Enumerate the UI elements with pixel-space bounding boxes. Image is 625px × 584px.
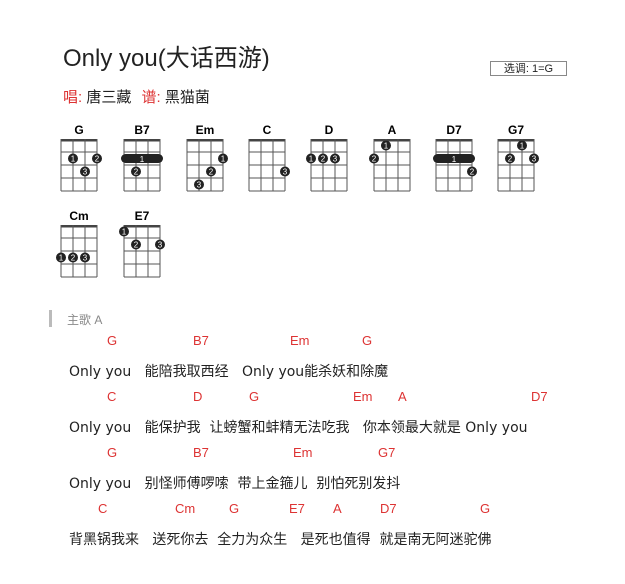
chord-diagram-e7: E7 12 3 [119, 209, 165, 278]
chord-name: G7 [508, 123, 524, 137]
chord-diagram-g7: G7 12 3 [497, 123, 539, 192]
chord-marker: G [107, 333, 118, 348]
chord-finger-label: 3 [532, 155, 537, 164]
chord-marker: D7 [531, 389, 548, 404]
lyric-line: Only you 能保护我 让螃蟹和蚌精无法吃我 你本领最大就是 Only yo… [69, 420, 528, 436]
chord-name: B7 [134, 123, 150, 137]
chord-finger-label: 1 [452, 155, 457, 164]
chord-name: A [388, 123, 397, 137]
chord-marker: G [480, 501, 491, 516]
chord-finger-label: 2 [134, 241, 139, 250]
lyric-line: Only you 别怪师傅啰嗦 带上金箍儿 别怕死别发抖 [69, 476, 401, 492]
chord-nut [124, 225, 160, 228]
chord-finger-label: 3 [83, 168, 88, 177]
chord-marker: D [193, 389, 203, 404]
chord-marker: A [333, 501, 342, 516]
chord-diagrams: G1 23B712Em123C3D1 2 3A12D712G712 3Cm1 2 3E712… [56, 123, 539, 278]
chord-name: Em [196, 123, 215, 137]
chord-name: Cm [69, 209, 88, 223]
chord-marker: C [98, 501, 108, 516]
chord-nut [187, 139, 223, 142]
chord-finger-label: 2 [95, 155, 100, 164]
chord-marker: G [107, 445, 118, 460]
chord-marker: G [362, 333, 373, 348]
chord-diagram-em: Em 123 [186, 123, 228, 192]
chord-finger-label: 2 [209, 168, 214, 177]
chord-diagram-cm: Cm 1 2 3 [56, 209, 98, 278]
chord-nut [311, 139, 347, 142]
chord-marker: B7 [193, 445, 209, 460]
chord-marker: Em [290, 333, 310, 348]
chord-finger-label: 3 [333, 155, 338, 164]
chord-finger-label: 1 [384, 142, 389, 151]
lyric-line: 背黑锅我来 送死你去 全力为众生 是死也值得 就是南无阿迷驼佛 [69, 532, 492, 548]
chord-finger-label: 3 [158, 241, 163, 250]
chord-finger-label: 2 [134, 168, 139, 177]
chord-marker: Cm [175, 501, 196, 516]
chord-finger-label: 1 [122, 228, 127, 237]
chord-finger-label: 1 [309, 155, 314, 164]
chord-marker: C [107, 389, 117, 404]
section-bar [49, 310, 52, 327]
chord-diagram-a: A 12 [369, 123, 411, 192]
chord-marker: G [229, 501, 240, 516]
chord-diagram-g: G 1 23 [60, 123, 102, 192]
chord-finger-label: 3 [197, 181, 202, 190]
chord-finger-label: 2 [508, 155, 513, 164]
lyric-line: Only you 能陪我取西经 Only you能杀妖和除魔 [69, 364, 389, 380]
chord-finger-label: 2 [321, 155, 326, 164]
chord-finger-label: 1 [520, 142, 525, 151]
chord-diagram-d7: D7 1 2 [433, 123, 477, 192]
chord-name: D [325, 123, 334, 137]
chord-name: G [74, 123, 83, 137]
chord-nut [61, 139, 97, 142]
chord-finger-label: 2 [470, 168, 475, 177]
chord-finger-label: 2 [71, 254, 76, 263]
chord-nut [124, 139, 160, 142]
chord-finger-label: 1 [221, 155, 226, 164]
section-label: 主歌 A [67, 313, 103, 327]
chord-marker: Em [353, 389, 373, 404]
chord-nut [436, 139, 472, 142]
chord-marker: E7 [289, 501, 305, 516]
chord-diagram-c: C3 [248, 123, 290, 192]
chord-marker: B7 [193, 333, 209, 348]
chord-finger-label: 1 [71, 155, 76, 164]
chord-finger-label: 3 [83, 254, 88, 263]
chord-marker: G [249, 389, 260, 404]
chord-diagram-b7: B7 12 [121, 123, 163, 192]
chord-finger-label: 1 [59, 254, 64, 263]
chord-nut [249, 139, 285, 142]
chord-nut [61, 225, 97, 228]
chord-finger-label: 1 [140, 155, 145, 164]
chord-marker: Em [293, 445, 313, 460]
chord-nut [374, 139, 410, 142]
chord-marker: D7 [380, 501, 397, 516]
chord-diagram-d: D 1 2 3 [306, 123, 348, 192]
chord-nut [498, 139, 534, 142]
chord-name: E7 [135, 209, 150, 223]
chord-name: D7 [446, 123, 462, 137]
chord-finger-label: 2 [372, 155, 377, 164]
chord-marker: G7 [378, 445, 396, 460]
chord-marker: A [398, 389, 407, 404]
chord-name: C [263, 123, 272, 137]
chord-finger-label: 3 [283, 168, 288, 177]
